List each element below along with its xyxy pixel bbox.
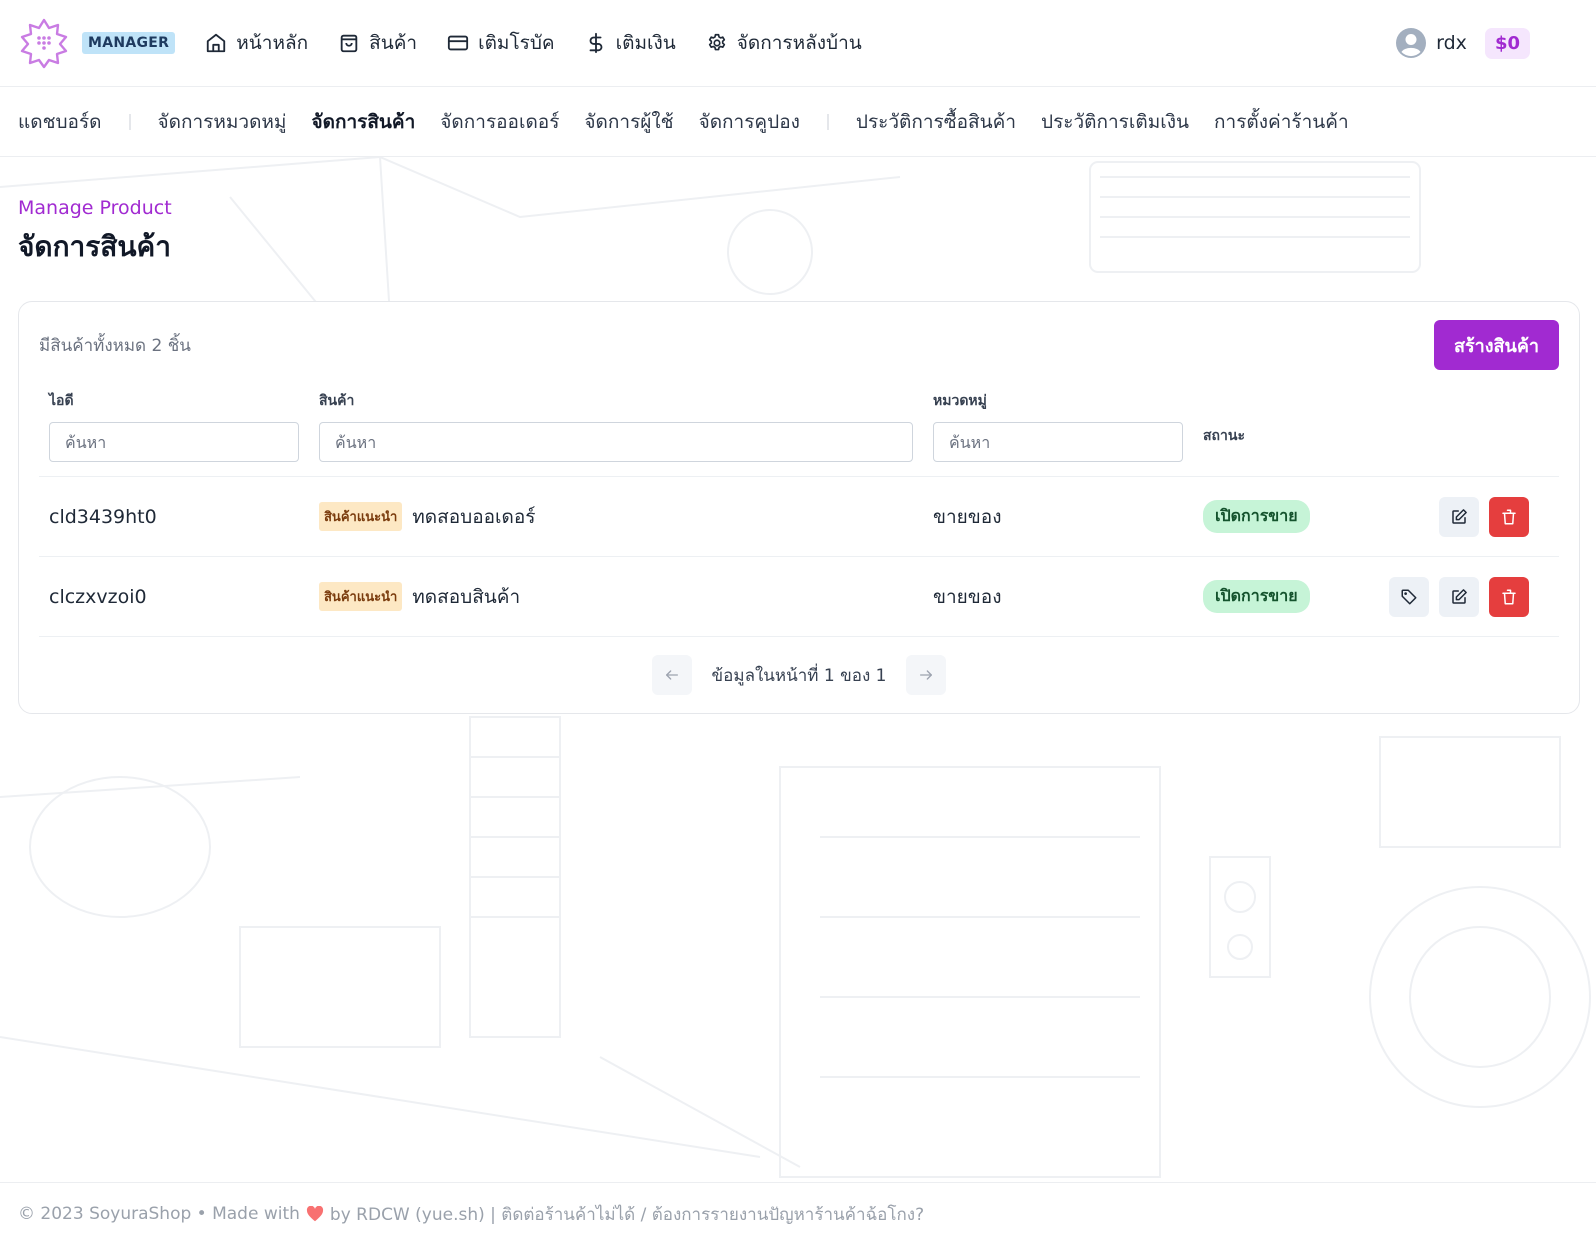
arrow-right-icon (920, 670, 933, 680)
recommended-tag: สินค้าแนะนำ (319, 582, 403, 611)
trash-icon (1502, 589, 1516, 604)
subnav-orders[interactable]: จัดการออเดอร์ (440, 107, 559, 137)
row-product: สินค้าแนะนำ ทดสอบสินค้า (319, 582, 933, 612)
role-badge: MANAGER (82, 32, 176, 54)
nav-products-label: สินค้า (369, 32, 418, 54)
category-search-input[interactable] (933, 422, 1183, 462)
product-table-card: มีสินค้าทั้งหมด 2 ชิ้น สร้างสินค้า ไอดี … (18, 301, 1580, 714)
subnav-divider (826, 113, 829, 130)
heart-icon (306, 1206, 323, 1222)
row-actions (1373, 576, 1549, 617)
edit-icon (1452, 508, 1467, 524)
column-category-label: หมวดหมู่ (933, 393, 987, 409)
row-category: ขายของ (933, 585, 1002, 608)
pagination: ข้อมูลในหน้าที่ 1 ของ 1 (39, 637, 1559, 695)
subnav-products[interactable]: จัดการสินค้า (311, 107, 415, 137)
prev-page-button[interactable] (651, 655, 692, 695)
admin-subnav: แดชบอร์ด จัดการหมวดหมู่ จัดการสินค้า จัด… (0, 87, 1596, 157)
status-badge: เปิดการขาย (1203, 580, 1310, 613)
arrow-left-icon (665, 670, 678, 680)
gear-icon (708, 33, 725, 51)
nav-topup-label: เติมเงิน (615, 32, 676, 54)
column-product: สินค้า (319, 390, 933, 462)
column-product-label: สินค้า (319, 393, 355, 409)
row-status: เปิดการขาย (1203, 500, 1373, 533)
row-id: clczxvzoi0 (49, 585, 147, 608)
subnav-dashboard[interactable]: แดชบอร์ด (18, 107, 102, 137)
column-status-label: สถานะ (1203, 428, 1245, 444)
id-search-input[interactable] (49, 422, 299, 462)
user-area: rdx $0 (1396, 27, 1530, 59)
logo[interactable] (18, 17, 70, 69)
nav-products[interactable]: สินค้า (338, 28, 417, 58)
nav-robux-label: เติมโรบัค (478, 32, 555, 54)
column-id: ไอดี (49, 390, 319, 462)
column-status: สถานะ (1203, 390, 1549, 462)
product-count: มีสินค้าทั้งหมด 2 ชิ้น (39, 335, 191, 356)
tag-icon (1401, 589, 1417, 604)
recommended-tag: สินค้าแนะนำ (319, 502, 403, 531)
edit-icon (1452, 588, 1467, 604)
nav-home-label: หน้าหลัก (236, 32, 309, 54)
tag-button[interactable] (1389, 576, 1429, 617)
table-header: ไอดี สินค้า หมวดหมู่ สถานะ (39, 370, 1559, 477)
trash-icon (1502, 509, 1516, 524)
avatar-icon[interactable] (1396, 28, 1427, 58)
next-page-button[interactable] (906, 655, 947, 695)
table-row: clczxvzoi0 สินค้าแนะนำ ทดสอบสินค้า ขายขอ… (39, 557, 1559, 637)
subnav-purchase-history[interactable]: ประวัติการซื้อสินค้า (856, 107, 1016, 137)
subnav-topup-history[interactable]: ประวัติการเติมเงิน (1041, 107, 1189, 137)
footer: © 2023 SoyuraShop • Made with by RDCW (y… (0, 1182, 1596, 1245)
product-search-input[interactable] (319, 422, 913, 462)
nav-topup[interactable]: เติมเงิน (585, 28, 676, 58)
status-badge: เปิดการขาย (1203, 500, 1310, 533)
shopping-bag-icon (340, 34, 358, 53)
dollar-icon (589, 32, 602, 54)
subnav-divider (128, 113, 131, 130)
sakura-logo-icon (20, 18, 68, 69)
subnav-shop-settings[interactable]: การตั้งค่าร้านค้า (1214, 107, 1349, 137)
footer-credits[interactable]: by RDCW (yue.sh) | ติดต่อร้านค้าไม่ได้ /… (330, 1201, 924, 1228)
row-product: สินค้าแนะนำ ทดสอบออเดอร์ (319, 502, 933, 532)
product-name: ทดสอบออเดอร์ (412, 505, 536, 528)
username[interactable]: rdx (1436, 32, 1467, 54)
footer-copyright: © 2023 SoyuraShop • Made with (18, 1204, 300, 1224)
top-navbar: MANAGER หน้าหลัก สินค้า เติมโรบัค เติมเง… (0, 0, 1596, 87)
edit-button[interactable] (1439, 576, 1479, 617)
create-product-button[interactable]: สร้างสินค้า (1434, 320, 1559, 370)
nav-backoffice-label: จัดการหลังบ้าน (736, 32, 862, 54)
page-title: จัดการสินค้า (18, 230, 171, 263)
subnav-categories[interactable]: จัดการหมวดหมู่ (158, 107, 287, 137)
nav-robux[interactable]: เติมโรบัค (447, 28, 555, 58)
delete-button[interactable] (1489, 576, 1529, 617)
page-header: Manage Product จัดการสินค้า (0, 157, 1596, 269)
credit-card-icon (448, 35, 469, 51)
main-nav: หน้าหลัก สินค้า เติมโรบัค เติมเงิน จัดกา… (205, 28, 862, 58)
page-indicator: ข้อมูลในหน้าที่ 1 ของ 1 (711, 665, 887, 686)
subnav-coupons[interactable]: จัดการคูปอง (699, 107, 800, 137)
delete-button[interactable] (1489, 496, 1529, 537)
card-toolbar: มีสินค้าทั้งหมด 2 ชิ้น สร้างสินค้า (39, 320, 1559, 370)
nav-home[interactable]: หน้าหลัก (205, 28, 308, 58)
edit-button[interactable] (1439, 496, 1479, 537)
table-row: cld3439ht0 สินค้าแนะนำ ทดสอบออเดอร์ ขายข… (39, 477, 1559, 557)
balance-badge[interactable]: $0 (1484, 27, 1530, 59)
home-icon (207, 33, 226, 53)
page-eyebrow: Manage Product (18, 197, 172, 219)
nav-backoffice[interactable]: จัดการหลังบ้าน (706, 28, 862, 58)
row-category: ขายของ (933, 505, 1002, 528)
subnav-users[interactable]: จัดการผู้ใช้ (584, 107, 673, 137)
row-actions (1373, 496, 1549, 537)
product-name: ทดสอบสินค้า (412, 585, 521, 608)
row-status: เปิดการขาย (1203, 580, 1373, 613)
column-id-label: ไอดี (49, 393, 74, 409)
row-id: cld3439ht0 (49, 505, 157, 528)
column-category: หมวดหมู่ (933, 390, 1203, 462)
